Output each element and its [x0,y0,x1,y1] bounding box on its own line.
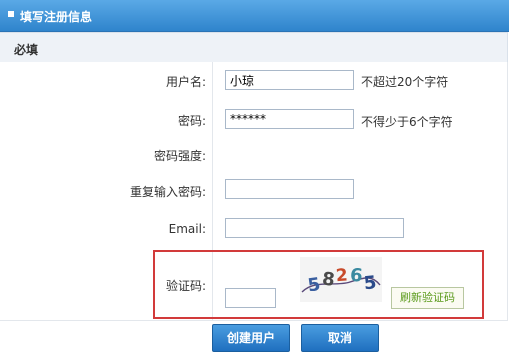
strength-label-cell: 密码强度: [0,138,213,170]
captcha-char-3: 2 [335,265,348,286]
password-strength-label: 密码强度: [153,149,206,163]
username-label: 用户名: [165,75,206,89]
create-user-button[interactable]: 创建用户 [212,324,290,352]
confirm-label-cell: 重复输入密码: [0,170,213,210]
cancel-button[interactable]: 取消 [301,324,379,352]
password-hint: 不得少于6个字符 [361,115,453,129]
registration-panel: 填写注册信息 必填 用户名: 不超过20个字符 密码: 不得少于6个字符 密码强… [0,0,509,360]
username-input[interactable] [225,70,354,90]
confirm-password-label: 重复输入密码: [129,185,206,199]
captcha-image: 5 8 2 6 5 [300,257,382,302]
panel-header: 填写注册信息 [0,0,509,32]
panel-title: 填写注册信息 [7,10,93,24]
captcha-input[interactable] [225,288,276,308]
captcha-char-5: 5 [363,272,378,294]
email-label-cell: Email: [0,210,213,248]
email-input[interactable] [225,218,404,238]
password-label-cell: 密码: [0,100,213,138]
confirm-password-input[interactable] [225,179,354,199]
refresh-captcha-button[interactable]: 刷新验证码 [391,287,464,309]
username-hint: 不超过20个字符 [361,75,449,89]
required-section-title: 必填 [14,43,39,57]
captcha-char-4: 6 [349,265,363,287]
password-strength-row: 密码强度: [0,138,508,171]
password-input[interactable] [225,109,354,129]
required-section-header: 必填 [0,32,508,64]
username-label-cell: 用户名: [0,62,213,100]
captcha-char-2: 8 [321,269,336,291]
email-label: Email: [168,222,206,236]
password-label: 密码: [177,114,206,128]
